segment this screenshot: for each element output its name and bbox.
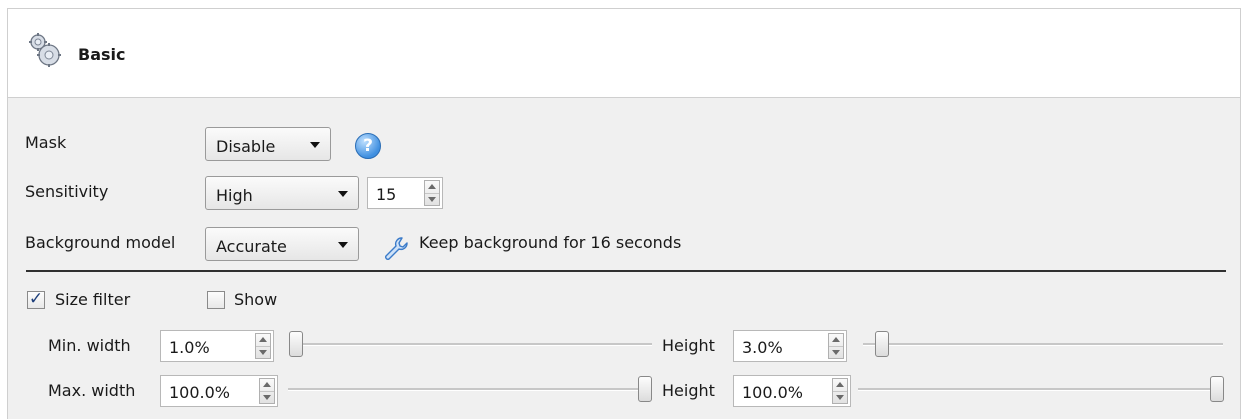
max-width-slider-track[interactable] <box>288 388 652 391</box>
size-filter-checkbox[interactable]: ✓ <box>27 289 45 309</box>
sensitivity-stepper[interactable]: 15 <box>367 177 443 209</box>
wrench-icon[interactable] <box>382 235 410 263</box>
chevron-down-icon <box>338 191 348 197</box>
min-width-label: Min. width <box>48 336 131 355</box>
size-filter-label: Size filter <box>55 290 131 309</box>
background-model-label: Background model <box>25 233 176 252</box>
show-checkbox[interactable] <box>207 291 225 309</box>
min-height-label: Height <box>662 336 715 355</box>
section-divider <box>26 270 1226 272</box>
min-width-value: 1.0% <box>169 338 210 357</box>
min-width-slider-track[interactable] <box>292 343 652 346</box>
min-height-stepper[interactable]: 3.0% <box>733 330 847 362</box>
panel-header: Basic <box>8 9 1240 98</box>
min-height-slider-track[interactable] <box>863 343 1223 346</box>
chevron-down-icon <box>338 242 348 248</box>
mask-dropdown-value: Disable <box>216 137 276 156</box>
min-width-stepper[interactable]: 1.0% <box>160 330 274 362</box>
stepper-buttons[interactable] <box>255 333 271 359</box>
max-height-stepper[interactable]: 100.0% <box>733 375 851 407</box>
stepper-buttons[interactable] <box>259 378 275 404</box>
chevron-down-icon <box>310 142 320 148</box>
min-width-slider-thumb[interactable] <box>288 331 303 357</box>
max-height-slider-thumb[interactable] <box>1210 376 1224 402</box>
max-width-value: 100.0% <box>169 383 231 402</box>
stepper-buttons[interactable] <box>424 180 440 206</box>
max-height-label: Height <box>662 381 715 400</box>
max-width-slider-thumb[interactable] <box>638 376 652 402</box>
min-height-value: 3.0% <box>742 338 783 357</box>
stepper-buttons[interactable] <box>828 333 844 359</box>
sensitivity-dropdown[interactable]: High <box>205 176 359 210</box>
sensitivity-label: Sensitivity <box>25 182 109 201</box>
min-height-slider-thumb[interactable] <box>875 331 890 357</box>
background-model-dropdown-value: Accurate <box>216 237 287 256</box>
sensitivity-stepper-value: 15 <box>376 185 397 204</box>
mask-label: Mask <box>25 133 67 152</box>
checkmark-icon: ✓ <box>28 289 44 309</box>
max-height-slider-track[interactable] <box>858 388 1222 391</box>
sensitivity-dropdown-value: High <box>216 186 253 205</box>
help-icon[interactable]: ? <box>355 133 381 159</box>
background-model-dropdown[interactable]: Accurate <box>205 227 359 261</box>
basic-settings-panel: Basic Mask Disable ? Sensitivity High 15… <box>7 8 1241 419</box>
max-width-stepper[interactable]: 100.0% <box>160 375 278 407</box>
mask-dropdown[interactable]: Disable <box>205 127 331 161</box>
show-label: Show <box>234 290 278 309</box>
gears-icon <box>26 31 64 69</box>
background-duration-text: Keep background for 16 seconds <box>419 233 682 252</box>
panel-title: Basic <box>78 45 126 64</box>
max-height-value: 100.0% <box>742 383 804 402</box>
max-width-label: Max. width <box>48 381 136 400</box>
stepper-buttons[interactable] <box>832 378 848 404</box>
